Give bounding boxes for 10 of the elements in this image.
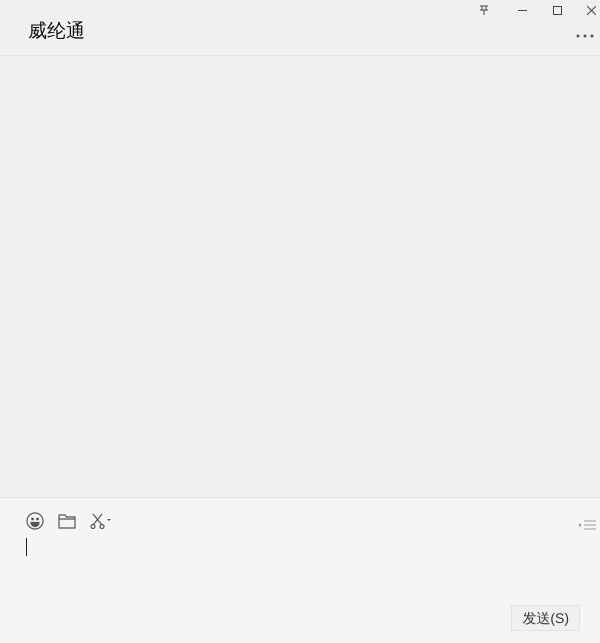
emoji-icon[interactable] (26, 512, 44, 530)
more-icon[interactable] (576, 34, 594, 38)
maximize-icon[interactable] (553, 6, 562, 14)
scissors-icon[interactable] (90, 513, 112, 529)
list-icon[interactable] (578, 520, 596, 530)
pin-icon[interactable] (479, 5, 489, 15)
close-icon[interactable] (587, 6, 596, 14)
folder-icon[interactable] (58, 513, 76, 529)
send-button[interactable]: 发送(S) (511, 605, 580, 631)
window-title: 威纶通 (28, 20, 85, 44)
